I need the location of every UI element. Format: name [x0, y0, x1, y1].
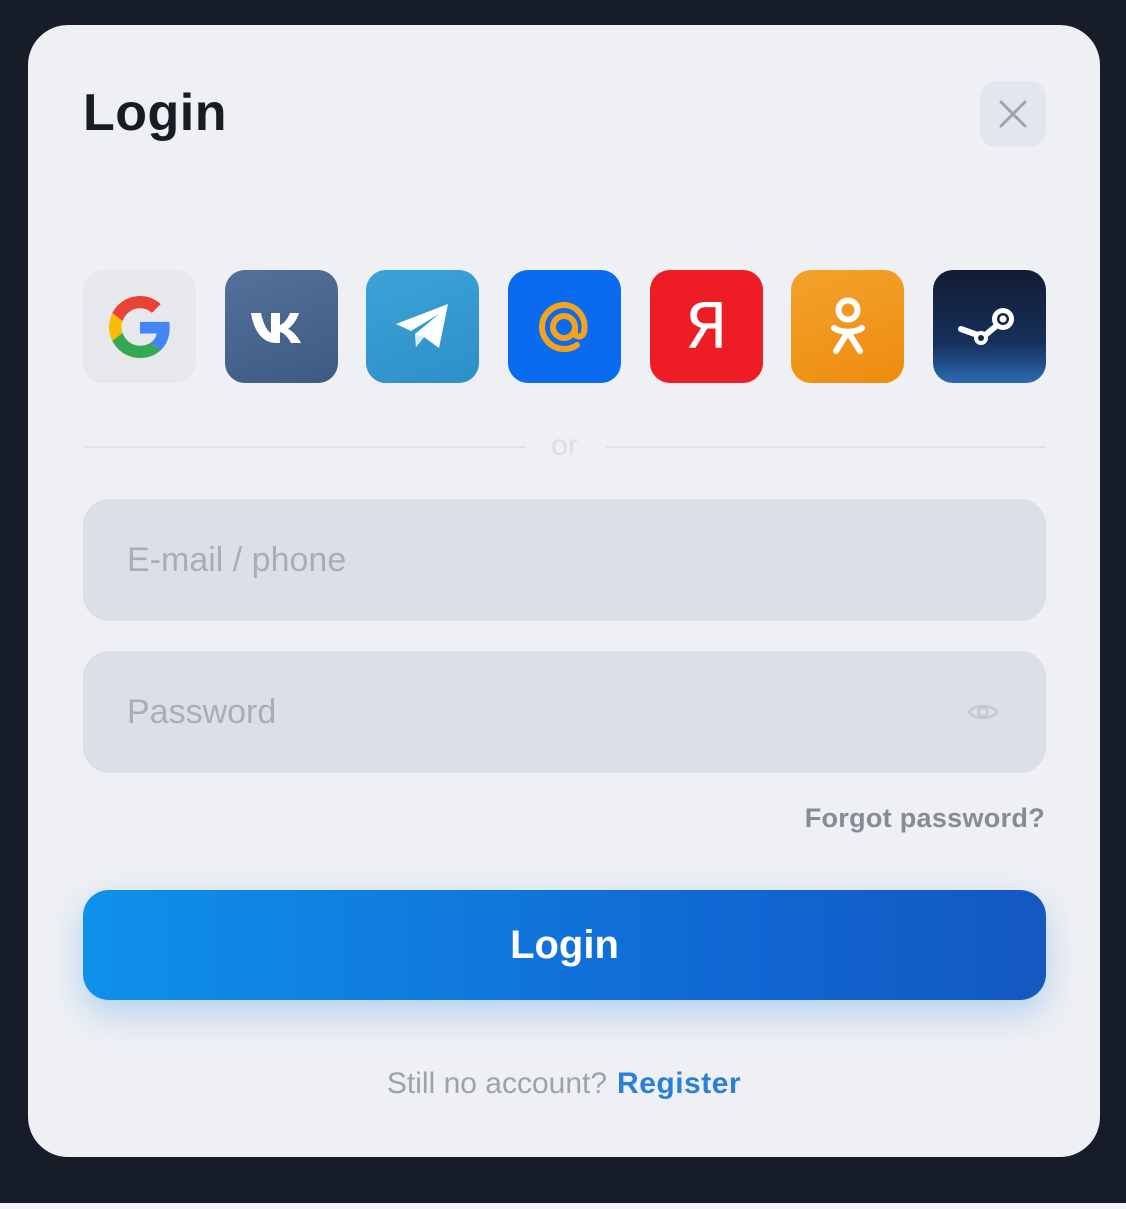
ok-icon [830, 297, 865, 354]
email-field-wrapper [83, 499, 1046, 621]
google-login-button[interactable] [83, 270, 196, 383]
yandex-login-button[interactable]: Я [649, 270, 763, 383]
at-sign-icon [539, 301, 588, 352]
vk-icon [251, 312, 302, 343]
telegram-icon [395, 303, 448, 348]
page-bottom-strip [0, 1203, 1126, 1209]
login-modal: Login Я or E-mail / phone Forgot passwor… [28, 25, 1100, 1157]
password-field-wrapper [83, 651, 1046, 773]
odnoklassniki-login-button[interactable] [791, 270, 905, 383]
steam-login-button[interactable] [932, 270, 1046, 383]
forgot-password-link[interactable]: Forgot password? [805, 803, 1045, 834]
vk-login-button[interactable] [224, 270, 338, 383]
steam-icon [958, 307, 1015, 345]
register-prompt: Still no account? Register [28, 1067, 1100, 1101]
google-icon [108, 295, 170, 358]
eye-icon [967, 704, 999, 720]
yandex-icon: Я [684, 289, 728, 363]
social-login-row: Я [83, 270, 1046, 383]
modal-title: Login [83, 84, 228, 142]
divider-line-right [606, 446, 1046, 448]
close-icon [999, 100, 1027, 128]
register-link[interactable]: Register [617, 1067, 741, 1100]
register-question: Still no account? [386, 1067, 608, 1100]
telegram-login-button[interactable] [366, 270, 480, 383]
or-divider: or [83, 431, 1046, 461]
email-input[interactable] [83, 499, 1046, 621]
close-button[interactable] [980, 81, 1046, 147]
mail-ru-login-button[interactable] [507, 270, 621, 383]
password-visibility-toggle[interactable] [966, 697, 1000, 727]
password-input[interactable] [83, 651, 1046, 773]
login-button[interactable]: Login [83, 890, 1046, 1000]
